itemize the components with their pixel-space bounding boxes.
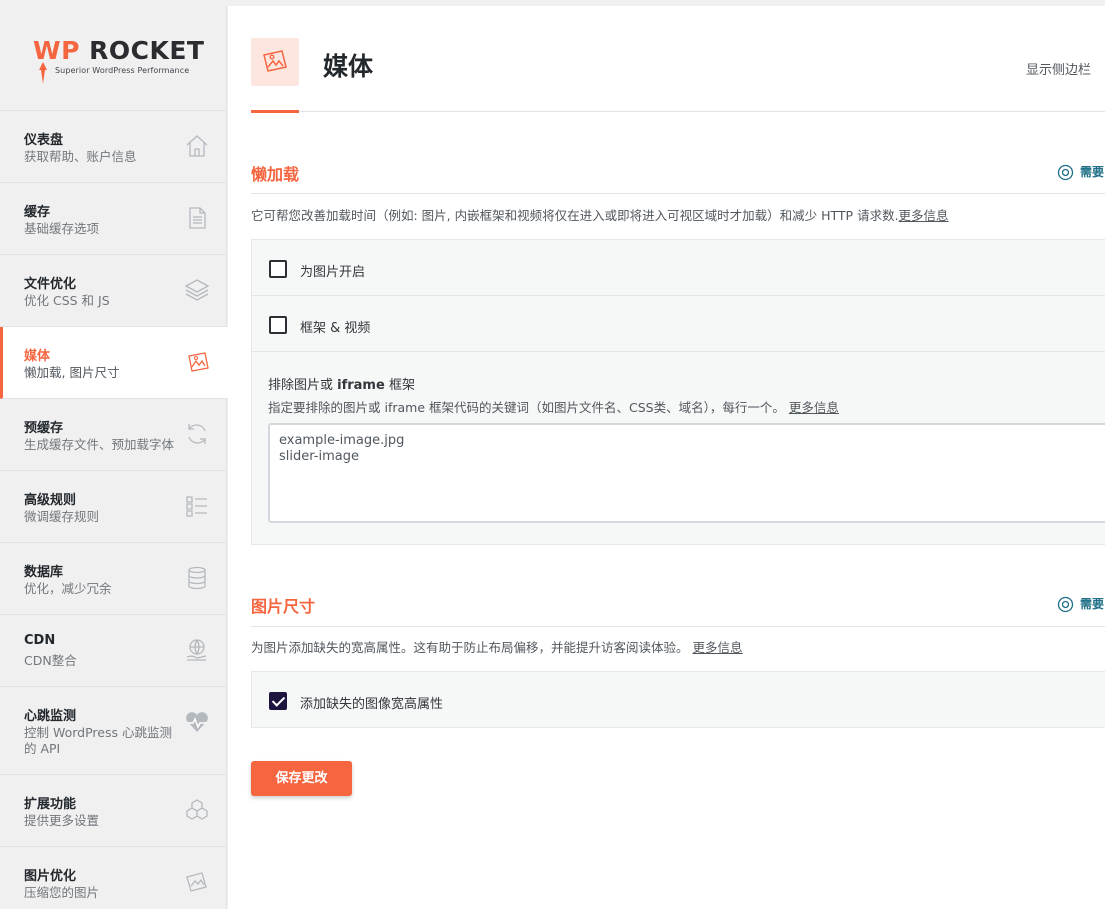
database-icon <box>188 566 206 590</box>
sidebar-item-database[interactable]: 数据库 优化，减少冗余 <box>0 543 226 615</box>
exclude-field-description: 指定要排除的图片或 iframe 框架代码的关键词（如图片文件名、CSS类、域名… <box>268 397 839 416</box>
layers-icon <box>184 279 210 301</box>
sidebar-item-subtitle: 微调缓存规则 <box>24 509 100 524</box>
lazyload-options-panel: 为图片开启 框架 & 视频 排除图片或 iframe 框架 指定要排除的图片或 … <box>251 239 1105 545</box>
lazyload-images-row[interactable]: 为图片开启 <box>252 240 1105 296</box>
wp-rocket-logo[interactable]: WP ROCKET Superior WordPress Performance <box>0 6 226 111</box>
lazyload-iframes-label[interactable]: 框架 & 视频 <box>300 317 370 336</box>
sidebar-item-subtitle: 生成缓存文件、预加载字体 <box>24 437 175 452</box>
image-compress-icon <box>186 872 207 892</box>
checklist-icon <box>186 496 207 517</box>
sidebar-item-title: 数据库 <box>24 565 64 580</box>
sidebar-item-subtitle: 优化 CSS 和 JS <box>24 293 110 308</box>
heartbeat-icon <box>186 712 208 732</box>
exclude-title-part: 排除图片或 <box>268 378 338 393</box>
exclude-more-info-link[interactable]: 更多信息 <box>789 400 839 415</box>
logo-wp: WP <box>33 36 80 65</box>
rocket-flame-icon <box>39 62 47 84</box>
images-icon <box>188 352 209 372</box>
sidebar-item-subtitle: 基础缓存选项 <box>24 221 100 236</box>
sidebar-item-title: 媒体 <box>24 349 51 364</box>
globe-hand-icon <box>186 639 207 661</box>
sidebar-item-title: 扩展功能 <box>24 797 77 812</box>
save-changes-button[interactable]: 保存更改 <box>251 761 352 796</box>
section-divider <box>251 193 1105 194</box>
lazyload-iframes-row[interactable]: 框架 & 视频 <box>252 296 1105 352</box>
header-underline <box>251 110 299 113</box>
sidebar-item-subtitle: CDN整合 <box>24 653 77 668</box>
home-icon <box>186 135 208 157</box>
add-dimensions-row[interactable]: 添加缺失的图像宽高属性 <box>252 672 1105 728</box>
section-divider <box>251 626 1105 627</box>
sidebar-item-addons[interactable]: 扩展功能 提供更多设置 <box>0 775 226 847</box>
logo-tagline: Superior WordPress Performance <box>55 66 190 75</box>
lazyload-iframes-checkbox[interactable] <box>269 316 287 334</box>
exclude-desc-text: 指定要排除的图片或 iframe 框架代码的关键词（如图片文件名、CSS类、域名… <box>268 400 785 415</box>
sidebar-item-media[interactable]: 媒体 懒加载, 图片尺寸 <box>0 327 228 399</box>
sidebar-item-file-optimization[interactable]: 文件优化 优化 CSS 和 JS <box>0 255 226 327</box>
logo-text: WP ROCKET <box>33 36 204 65</box>
image-dimensions-section-title: 图片尺寸 <box>251 597 316 616</box>
exclude-keywords-textarea[interactable]: example-image.jpg slider-image <box>268 423 1105 523</box>
help-label: 需要 <box>1080 165 1105 179</box>
exclude-title-part: 框架 <box>384 378 415 393</box>
lazyload-description: 它可帮您改善加载时间（例如: 图片, 内嵌框架和视频将仅在进入或即将进入可视区域… <box>251 205 949 224</box>
help-label: 需要 <box>1080 597 1105 611</box>
lifebuoy-icon <box>1057 164 1074 181</box>
page-title: 媒体 <box>323 52 374 81</box>
lifebuoy-icon <box>1057 596 1074 613</box>
sidebar-item-title: 预缓存 <box>24 421 64 436</box>
dimensions-description: 为图片添加缺失的宽高属性。这有助于防止布局偏移，并能提升访客阅读体验。 更多信息 <box>251 637 743 656</box>
sidebar-item-title: 缓存 <box>24 205 51 220</box>
sidebar-item-subtitle: 懒加载, 图片尺寸 <box>24 365 120 380</box>
refresh-icon <box>188 424 206 444</box>
sidebar-item-title: 高级规则 <box>24 493 77 508</box>
show-sidebar-toggle[interactable]: 显示侧边栏 <box>1026 59 1091 78</box>
sidebar-item-heartbeat[interactable]: 心跳监测 控制 WordPress 心跳监测的 API <box>0 687 226 775</box>
sidebar: WP ROCKET Superior WordPress Performance… <box>0 6 228 909</box>
logo-rocket: ROCKET <box>89 36 205 65</box>
lazyload-images-checkbox[interactable] <box>269 260 287 278</box>
dimensions-more-info-link[interactable]: 更多信息 <box>693 640 743 655</box>
sidebar-item-subtitle: 优化，减少冗余 <box>24 581 112 596</box>
sidebar-item-title: 图片优化 <box>24 869 77 884</box>
sidebar-item-dashboard[interactable]: 仪表盘 获取帮助、账户信息 <box>0 111 226 183</box>
sidebar-item-subtitle: 提供更多设置 <box>24 813 100 828</box>
sidebar-item-image-optimization[interactable]: 图片优化 压缩您的图片 <box>0 847 226 909</box>
lazyload-section-title: 懒加载 <box>251 165 300 184</box>
lazyload-images-label[interactable]: 为图片开启 <box>300 261 365 280</box>
sidebar-item-title: 心跳监测 <box>24 709 77 724</box>
cubes-icon <box>186 799 208 820</box>
exclude-title-bold: iframe <box>337 378 385 393</box>
sidebar-item-subtitle: 控制 WordPress 心跳监测的 API <box>24 725 172 756</box>
lazyload-desc-text: 它可帮您改善加载时间（例如: 图片, 内嵌框架和视频将仅在进入或即将进入可视区域… <box>251 208 899 223</box>
sidebar-item-subtitle: 获取帮助、账户信息 <box>24 149 137 164</box>
main-content: 媒体 显示侧边栏 懒加载 需要 它可帮您改善加载时间（例如: 图片, 内嵌框架和… <box>228 6 1105 909</box>
dimensions-desc-text: 为图片添加缺失的宽高属性。这有助于防止布局偏移，并能提升访客阅读体验。 <box>251 640 689 655</box>
sidebar-item-preload[interactable]: 预缓存 生成缓存文件、预加载字体 <box>0 399 226 471</box>
document-icon <box>189 207 206 229</box>
add-dimensions-label[interactable]: 添加缺失的图像宽高属性 <box>300 693 443 712</box>
sidebar-item-title: 文件优化 <box>24 277 77 292</box>
sidebar-item-title: 仪表盘 <box>24 133 64 148</box>
page-header: 媒体 显示侧边栏 <box>251 6 1105 113</box>
dimensions-options-panel: 添加缺失的图像宽高属性 <box>251 671 1105 728</box>
media-header-icon <box>251 38 299 86</box>
sidebar-item-cdn[interactable]: CDN CDN整合 <box>0 615 226 687</box>
exclude-field-title: 排除图片或 iframe 框架 <box>268 374 415 393</box>
sidebar-item-title: CDN <box>24 633 56 648</box>
sidebar-item-advanced-rules[interactable]: 高级规则 微调缓存规则 <box>0 471 226 543</box>
sidebar-item-subtitle: 压缩您的图片 <box>24 885 100 900</box>
add-dimensions-checkbox[interactable] <box>269 692 287 710</box>
sidebar-item-cache[interactable]: 缓存 基础缓存选项 <box>0 183 226 255</box>
lazyload-help[interactable]: 需要 <box>1057 163 1104 181</box>
dimensions-help[interactable]: 需要 <box>1057 595 1104 613</box>
lazyload-more-info-link[interactable]: 更多信息 <box>899 208 949 223</box>
